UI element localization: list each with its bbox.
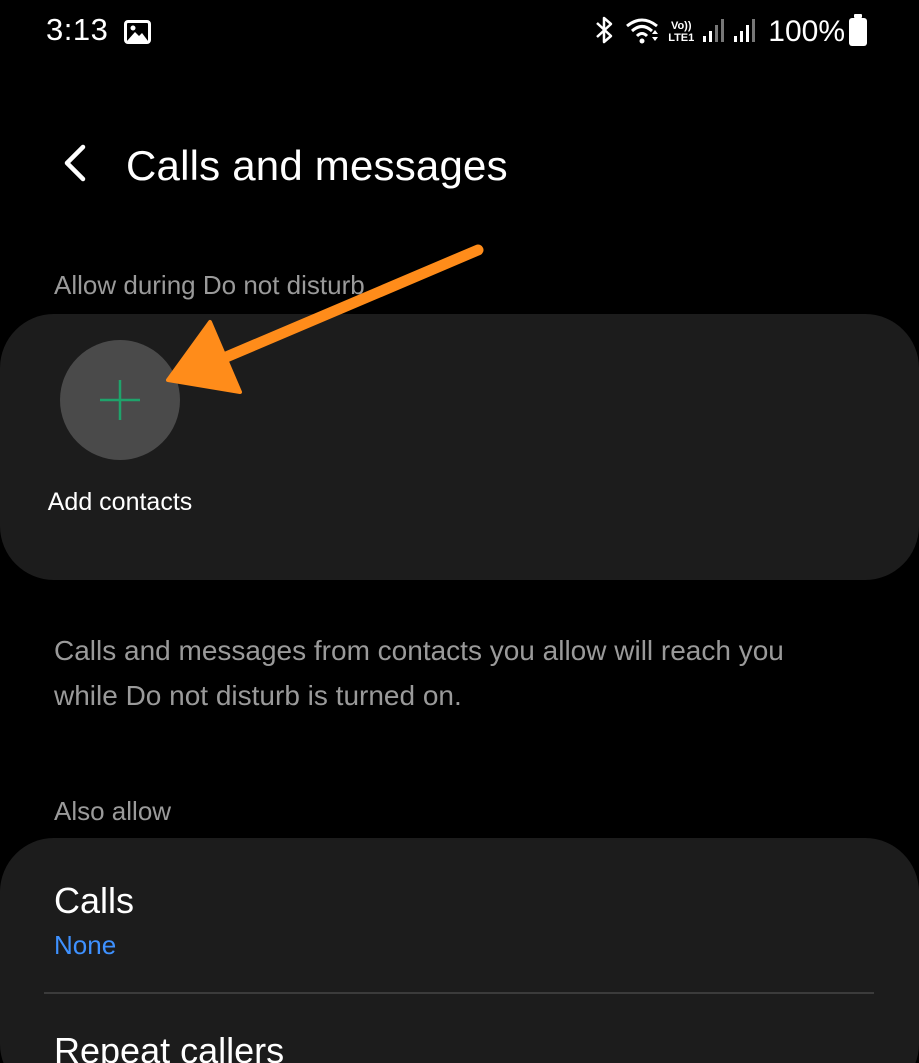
back-chevron-icon (64, 144, 86, 182)
add-contacts-circle[interactable] (60, 340, 180, 460)
volte-label: Vo)) (670, 20, 692, 32)
add-contacts-button[interactable]: Add contacts (30, 340, 210, 530)
calls-title: Calls (54, 880, 135, 921)
wifi-icon (625, 16, 659, 49)
battery-percent: 100% (768, 15, 845, 48)
section-label-allow: Allow during Do not disturb (54, 270, 365, 300)
network-type: Vo)) LTE1 (668, 20, 694, 44)
back-button[interactable] (44, 130, 104, 196)
plus-icon (100, 380, 140, 420)
calls-status: None (54, 930, 117, 960)
signal-icon (703, 18, 725, 47)
status-bar: 3:13 Vo)) LTE1 100% (0, 0, 919, 64)
bluetooth-icon (594, 15, 616, 50)
lte-label: LTE1 (668, 32, 695, 44)
add-contacts-label: Add contacts (47, 488, 193, 516)
page-title: Calls and messages (126, 142, 508, 189)
gallery-icon (124, 20, 151, 44)
calls-row[interactable]: Calls None (0, 838, 919, 992)
repeat-callers-title: Repeat callers (54, 1030, 285, 1063)
also-allow-card: Calls None Repeat callers (0, 838, 919, 1063)
battery-icon (849, 14, 867, 46)
description-text: Calls and messages from contacts you all… (54, 635, 784, 711)
section-label-also-allow: Also allow (54, 796, 172, 826)
signal-icon-2 (734, 18, 756, 47)
contacts-card: Add contacts (0, 314, 919, 580)
repeat-callers-row[interactable]: Repeat callers (0, 994, 919, 1063)
status-time: 3:13 (46, 12, 109, 47)
